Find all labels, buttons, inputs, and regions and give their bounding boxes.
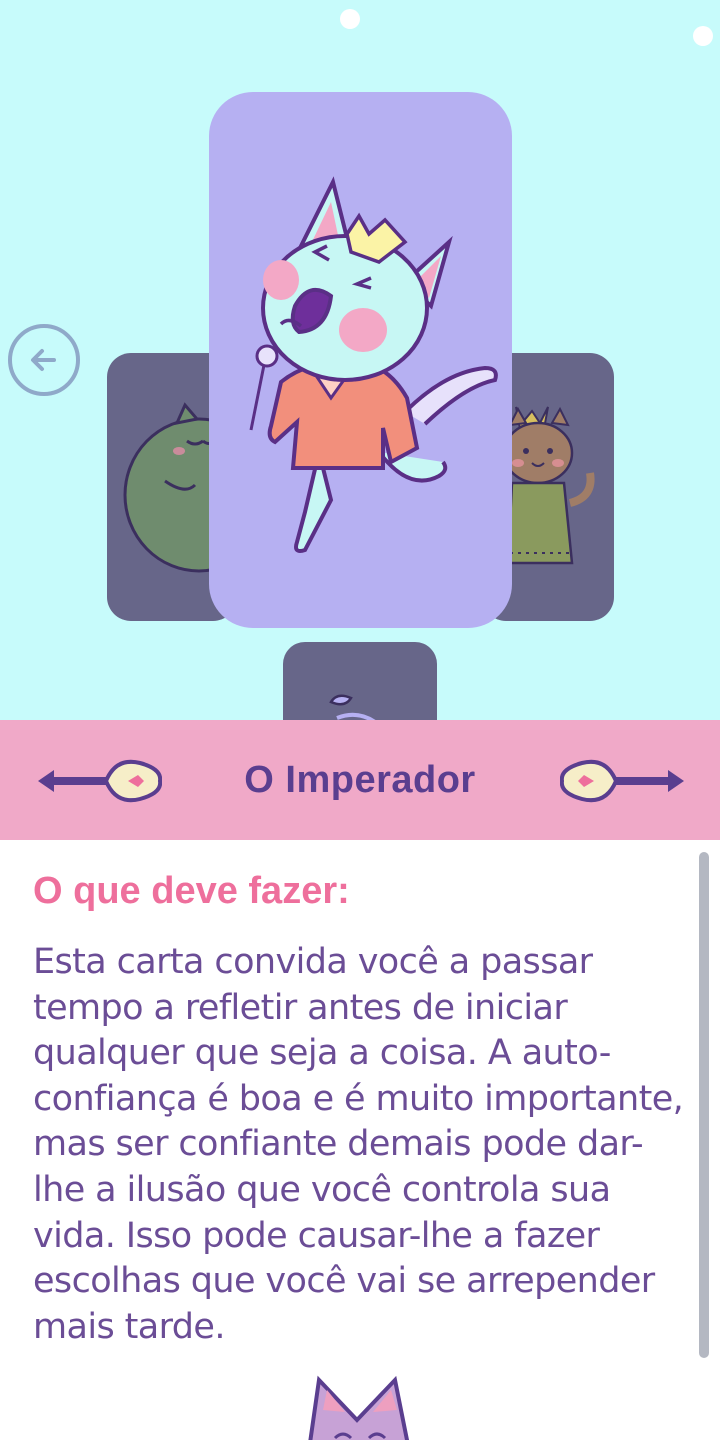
prev-card-button[interactable] (32, 748, 162, 814)
next-card-button[interactable] (560, 748, 690, 814)
arrow-left-icon (31, 349, 56, 371)
scrollbar[interactable] (699, 852, 709, 1358)
card-title: O Imperador (244, 758, 476, 801)
card-description-panel[interactable]: O que deve fazer: Esta carta convida voc… (0, 840, 720, 1440)
cat-ears-decoration (308, 1375, 410, 1440)
card-lower[interactable] (283, 642, 437, 720)
card-carousel-area (0, 0, 720, 720)
decor-dot (340, 9, 360, 29)
section-heading: O que deve fazer: (33, 870, 350, 912)
section-body: Esta carta convida você a passar tempo a… (33, 942, 684, 1347)
card-current[interactable] (209, 92, 512, 628)
decor-dot (693, 26, 713, 46)
emperor-cat-illustration (249, 176, 498, 553)
rabbit-ear-illustration (329, 694, 376, 720)
back-button[interactable] (8, 324, 80, 396)
